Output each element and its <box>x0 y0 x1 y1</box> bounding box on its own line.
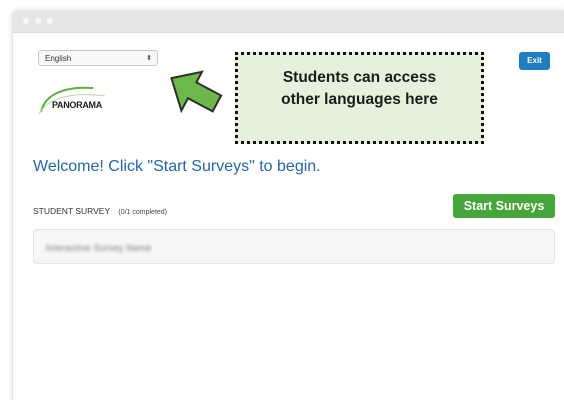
panorama-logo: PANORAMA <box>35 76 125 116</box>
welcome-message: Welcome! Click "Start Surveys" to begin. <box>33 158 321 175</box>
panorama-swoosh-icon <box>38 86 106 115</box>
window-dot-icon <box>35 18 41 24</box>
survey-item-name: Interactive Survey Name <box>46 243 152 253</box>
select-caret-icon: ⬍ <box>146 55 152 62</box>
survey-list-item[interactable]: Interactive Survey Name <box>33 229 555 264</box>
start-surveys-button[interactable]: Start Surveys <box>453 194 555 218</box>
language-select[interactable]: English ⬍ <box>38 50 158 66</box>
language-callout: Students can access other languages here <box>235 52 484 144</box>
window-dot-icon <box>47 18 53 24</box>
window-titlebar <box>13 10 564 33</box>
survey-progress: (0/1 completed) <box>118 209 168 216</box>
survey-section-header: STUDENT SURVEY (0/1 completed) <box>33 206 167 216</box>
language-select-value: English <box>45 54 72 63</box>
callout-line-2: other languages here <box>281 91 438 108</box>
browser-window: English ⬍ PANORAMA Students can access o… <box>12 10 564 400</box>
callout-line-1: Students can access <box>282 69 437 86</box>
logo-text: PANORAMA <box>52 100 102 110</box>
window-dot-icon <box>23 18 29 24</box>
survey-section-label: STUDENT SURVEY <box>33 206 110 216</box>
arrow-left-icon <box>170 70 223 114</box>
exit-button[interactable]: Exit <box>519 52 550 70</box>
